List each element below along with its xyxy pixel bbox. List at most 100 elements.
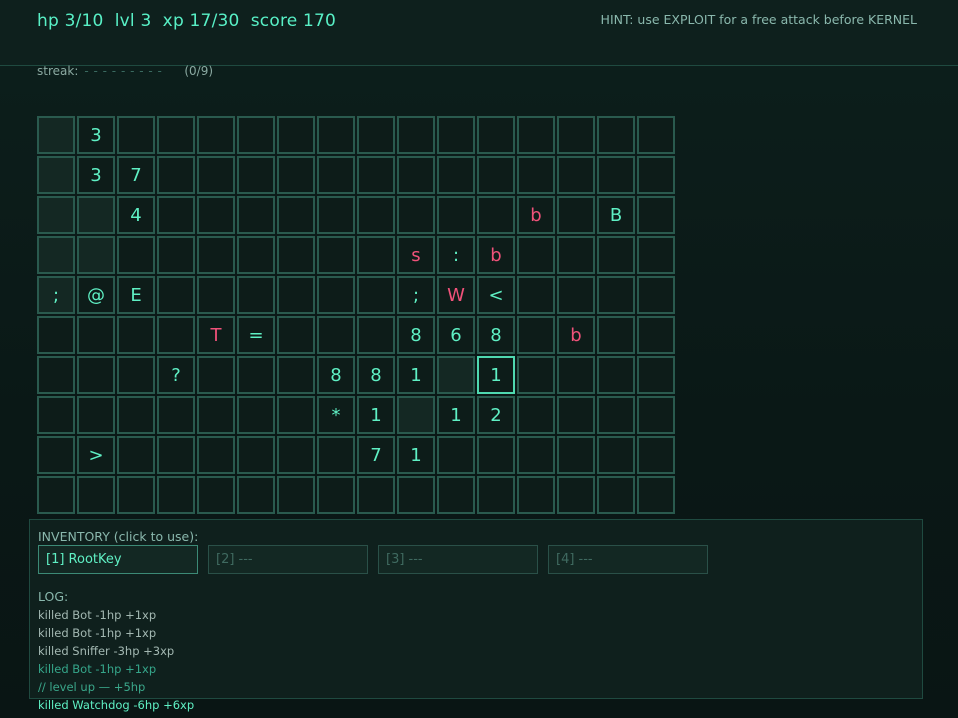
grid-tile[interactable]: 4 (117, 196, 155, 234)
empty-tile[interactable] (117, 356, 155, 394)
grid-tile[interactable]: 7 (117, 156, 155, 194)
empty-tile[interactable] (637, 356, 675, 394)
empty-tile[interactable] (557, 396, 595, 434)
empty-tile[interactable] (517, 316, 555, 354)
empty-tile[interactable] (277, 116, 315, 154)
grid-tile[interactable]: B (597, 196, 635, 234)
empty-tile[interactable] (77, 316, 115, 354)
empty-tile[interactable] (237, 116, 275, 154)
empty-tile[interactable] (637, 276, 675, 314)
empty-tile[interactable] (557, 196, 595, 234)
empty-tile[interactable] (157, 156, 195, 194)
empty-tile[interactable] (277, 396, 315, 434)
empty-tile[interactable] (277, 276, 315, 314)
empty-tile[interactable] (637, 396, 675, 434)
empty-tile[interactable] (237, 476, 275, 514)
empty-tile[interactable] (597, 396, 635, 434)
empty-tile[interactable] (597, 436, 635, 474)
empty-tile[interactable] (37, 356, 75, 394)
enemy-tile[interactable]: T (197, 316, 235, 354)
empty-tile[interactable] (597, 156, 635, 194)
empty-tile[interactable] (197, 436, 235, 474)
empty-tile[interactable] (437, 476, 475, 514)
empty-tile[interactable] (237, 436, 275, 474)
grid-tile[interactable]: 1 (357, 396, 395, 434)
empty-tile[interactable] (597, 236, 635, 274)
empty-tile[interactable] (277, 316, 315, 354)
empty-tile[interactable] (597, 276, 635, 314)
empty-tile[interactable] (517, 236, 555, 274)
empty-tile[interactable] (277, 476, 315, 514)
empty-tile[interactable] (557, 356, 595, 394)
empty-tile[interactable] (597, 476, 635, 514)
empty-tile[interactable] (77, 356, 115, 394)
empty-tile[interactable] (517, 116, 555, 154)
empty-tile[interactable] (157, 236, 195, 274)
empty-tile[interactable] (437, 156, 475, 194)
empty-tile[interactable] (157, 396, 195, 434)
empty-tile[interactable] (197, 196, 235, 234)
empty-tile[interactable] (237, 236, 275, 274)
empty-tile[interactable] (277, 436, 315, 474)
empty-tile[interactable] (557, 276, 595, 314)
empty-tile[interactable] (397, 196, 435, 234)
empty-tile[interactable] (117, 436, 155, 474)
empty-tile[interactable] (197, 276, 235, 314)
empty-tile[interactable] (197, 396, 235, 434)
empty-tile[interactable] (517, 356, 555, 394)
enemy-tile[interactable]: b (557, 316, 595, 354)
empty-tile[interactable] (237, 356, 275, 394)
empty-tile[interactable] (517, 476, 555, 514)
grid-tile[interactable]: : (437, 236, 475, 274)
enemy-tile[interactable]: b (517, 196, 555, 234)
empty-tile[interactable] (637, 236, 675, 274)
grid-tile[interactable]: ; (397, 276, 435, 314)
empty-tile[interactable] (117, 116, 155, 154)
grid-tile[interactable]: ? (157, 356, 195, 394)
empty-tile[interactable] (157, 196, 195, 234)
empty-tile[interactable] (277, 196, 315, 234)
empty-tile[interactable] (557, 436, 595, 474)
empty-tile[interactable] (197, 156, 235, 194)
empty-tile[interactable] (517, 436, 555, 474)
empty-tile[interactable] (117, 396, 155, 434)
empty-tile[interactable] (637, 196, 675, 234)
empty-tile[interactable] (437, 116, 475, 154)
grid-tile[interactable]: < (477, 276, 515, 314)
empty-tile[interactable] (37, 476, 75, 514)
empty-tile[interactable] (77, 396, 115, 434)
empty-tile[interactable] (597, 356, 635, 394)
grid-tile[interactable]: 3 (77, 156, 115, 194)
empty-tile[interactable] (317, 436, 355, 474)
empty-tile[interactable] (437, 436, 475, 474)
inventory-slot-2[interactable]: [2] --- (208, 545, 368, 574)
empty-tile[interactable] (597, 316, 635, 354)
empty-tile[interactable] (317, 476, 355, 514)
empty-tile[interactable] (397, 396, 435, 434)
empty-tile[interactable] (557, 476, 595, 514)
empty-tile[interactable] (637, 316, 675, 354)
grid-tile[interactable]: 3 (77, 116, 115, 154)
empty-tile[interactable] (637, 116, 675, 154)
empty-tile[interactable] (637, 436, 675, 474)
empty-tile[interactable] (557, 156, 595, 194)
empty-tile[interactable] (517, 156, 555, 194)
empty-tile[interactable] (477, 196, 515, 234)
empty-tile[interactable] (197, 476, 235, 514)
game-grid[interactable]: 3 3 7 4 b Bs: b; @ E; W < T = 8 6 8 b? 8 8 1 1 * 1 1 2 >7 1 (37, 116, 677, 516)
inventory-slot-3[interactable]: [3] --- (378, 545, 538, 574)
empty-tile[interactable] (437, 356, 475, 394)
grid-tile[interactable]: E (117, 276, 155, 314)
empty-tile[interactable] (557, 236, 595, 274)
empty-tile[interactable] (397, 156, 435, 194)
empty-tile[interactable] (477, 476, 515, 514)
empty-tile[interactable] (77, 196, 115, 234)
inventory-slot-4[interactable]: [4] --- (548, 545, 708, 574)
empty-tile[interactable] (157, 276, 195, 314)
grid-tile[interactable]: 1 (397, 356, 435, 394)
empty-tile[interactable] (197, 236, 235, 274)
empty-tile[interactable] (37, 156, 75, 194)
empty-tile[interactable] (477, 436, 515, 474)
empty-tile[interactable] (37, 236, 75, 274)
grid-tile[interactable]: 8 (477, 316, 515, 354)
